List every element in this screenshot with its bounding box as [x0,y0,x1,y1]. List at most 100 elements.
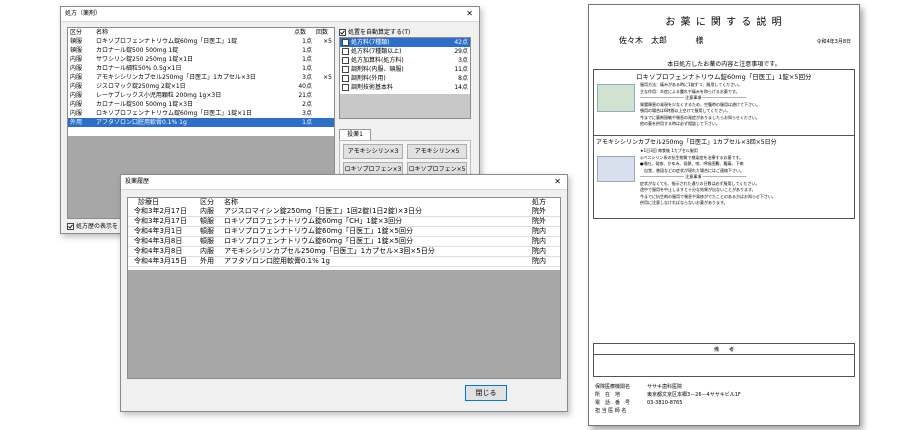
table-cell: ×5 [323,38,332,45]
col-header[interactable]: 回数 [314,28,334,37]
clinic-info-label: 電 話 番 号 [595,400,631,406]
table-cell: 3点 [302,110,312,117]
table-row[interactable]: 内服 カロナール細粒50% 0.5g×1日 1点 [68,64,334,73]
patient-honorific: 様 [695,36,704,45]
drug-1-notes: 服用方法：痛みがある時に1錠ずつ、服用してください。 主な作用：炎症による腫れや痛… [640,82,760,128]
table-cell: 頓服 [198,236,222,247]
col-header[interactable]: 点数 [292,28,314,37]
table-row[interactable]: 頓服 ロキソプロフェンナトリウム錠60mg「日医工」1錠 1点 ×5 [68,37,334,46]
clinic-info-line: 所 在 地 東京都文京区本郷3－26－4ササキビル1F [595,391,741,399]
clinic-info-line: 担 当 医 師 名 [595,407,741,415]
table-cell: ロキソプロフェンナトリウム錠60mg「日医工」1錠×5回分 [222,226,530,237]
close-icon[interactable]: ✕ [554,175,561,189]
fee-option-value: 14点 [454,84,468,91]
table-cell: 1点 [292,118,314,127]
options-empty-area [340,94,470,118]
history-display-checkbox[interactable]: 処方歴の表示を [67,221,118,230]
table-row[interactable]: 令和3年2月17日 頓服 ロキソプロフェンナトリウム錠60mg「CH」1錠×3回分院… [128,216,560,227]
drug-1-name: ロキソプロフェンナトリウム錠60mg「日医工」1錠×5回分 [636,73,812,81]
col-header[interactable]: 名称 [222,198,530,207]
fee-option-label: 処方料(7種類以上) [340,47,442,56]
frequent-tab[interactable]: 投薬1 [339,129,371,140]
table-cell: 1点 [302,65,312,72]
table-cell [314,91,334,100]
checkbox-icon [342,66,349,73]
clinic-info-value: 03-3810-8765 [647,400,683,406]
fee-option-row[interactable]: 調剤料(内服、頓服) 11点 [340,65,470,74]
medicine-leaflet: お 薬 に 関 す る 説 明 佐々木 太郎 様 令和4年3月8日 本日処方した… [588,4,860,426]
table-row[interactable]: 外用 アフタゾロン口腔用軟膏0.1% 1g 1点 [68,118,334,127]
table-row[interactable]: 内服 ロキソプロフェンナトリウム錠60mg「日医工」1錠×1日 3点 [68,109,334,118]
history-list[interactable]: 診療日 区分 名称 処方 令和3年2月17日 内服 アジスロマイシン錠250mg「日… [127,197,561,379]
clinic-info-line: 電 話 番 号 03-3810-8765 [595,399,741,407]
close-button[interactable]: 閉じる [465,385,507,401]
note-line: 途中で服用を中止しますと十分な効果が出ないことがあります。 [640,187,756,192]
clinic-info-label: 保険医療機関名 [595,384,631,390]
col-header[interactable]: 診療日 [128,198,198,207]
table-cell: 内服 [70,110,83,117]
col-header[interactable]: 区分 [68,28,94,37]
table-cell: サワシリン錠250 250mg 1錠×1日 [96,56,194,63]
fee-option-value: 3点 [458,57,468,64]
table-cell: 内服 [70,83,83,90]
prescription-title: 処方（薬剤） [65,10,102,17]
clinic-info: 保険医療機関名 ササキ歯科医院所 在 地 東京都文京区本郷3－26－4ササキビル1F… [595,383,741,415]
table-cell: 内服 [70,92,83,99]
clinic-info-value: ササキ歯科医院 [647,384,683,390]
table-row[interactable]: 令和4年3月15日 外用 アフタゾロン口腔用軟膏0.1% 1g 院内 [128,256,560,267]
fee-options-list[interactable]: 処方料(7種類) 42点 処方料(7種類以上) 29点 処方加算料(処方料) 3点 調剤料(… [339,37,471,119]
table-row[interactable]: 内服 ジスロマック錠250mg 2錠×1日 40点 [68,82,334,91]
table-row[interactable]: 令和4年3月1日 頓服 ロキソプロフェンナトリウム錠60mg「日医工」1錠×5回分院… [128,226,560,237]
leaflet-intro: 本日処方したお薬の内容と注意事項です。 [667,61,781,68]
table-cell: アフタゾロン口腔用軟膏0.1% 1g [94,118,292,127]
drug-table: ロキソプロフェンナトリウム錠60mg「日医工」1錠×5回分 服用方法：痛みがある… [593,69,855,219]
col-header[interactable]: 名称 [94,28,292,37]
fee-option-row[interactable]: 処方加算料(処方料) 3点 [340,56,470,65]
fee-option-row[interactable]: 調剤技術基本料 14点 [340,83,470,92]
fee-option-row[interactable]: 処方料(7種類以上) 29点 [340,47,470,56]
remarks-box: 備 考 [593,343,855,377]
table-cell: 令和4年3月8日 [128,246,198,257]
table-row[interactable]: 令和3年2月17日 内服 アジスロマイシン錠250mg「日医工」1回2錠(1日2錠)… [128,207,560,217]
table-row[interactable]: 内服 サワシリン錠250 250mg 1錠×1日 1点 [68,55,334,64]
table-row[interactable]: 令和4年3月8日 頓服 ロキソプロフェンナトリウム錠60mg「日医工」1錠×5回分院… [128,236,560,247]
table-cell: 令和4年3月8日 [128,236,198,247]
quick-button-amoxicillin-3[interactable]: アモキシシリン×3 [343,144,403,159]
history-header-row: 診療日 区分 名称 処方 [128,198,560,207]
table-cell: 21点 [298,92,312,99]
col-header[interactable]: 処方 [530,198,560,207]
checkbox-icon [342,84,349,91]
close-icon[interactable]: ✕ [466,7,473,21]
table-cell: 内服 [70,65,83,72]
table-cell: ジスロマック錠250mg 2錠×1日 [96,83,186,90]
table-cell [314,82,334,91]
table-cell: 内服 [198,246,222,257]
table-cell: 頓服 [198,226,222,237]
prescription-titlebar: 処方（薬剤） ✕ [61,7,479,22]
table-cell: カロナール細粒50% 0.5g×1日 [96,65,182,72]
checkbox-icon [342,39,349,46]
table-row[interactable]: 令和4年3月8日 内服 アモキシシリンカプセル250mg「日医工」1カプセル×3回×… [128,246,560,257]
fee-option-value: 29点 [454,48,468,55]
table-cell: 内服 [70,56,83,63]
table-cell [314,109,334,118]
auto-calc-checkbox[interactable]: 処置を自動算定する(T) [339,27,410,36]
fee-option-value: 11点 [454,66,468,73]
fee-option-row[interactable]: 調剤料(外用) 8点 [340,74,470,83]
table-cell: 院外 [530,216,560,227]
table-row[interactable]: 頓服 カロナール錠500 500mg 1錠 1点 [68,46,334,55]
fee-option-label: 調剤技術基本料 [340,83,442,92]
table-row[interactable]: 内服 アモキシシリンカプセル250mg「日医工」1カプセル×3日 3点 ×5 [68,73,334,82]
table-row[interactable]: 内服 カロナール錠500 500mg 1錠×3日 2点 [68,100,334,109]
table-cell: ロキソプロフェンナトリウム錠60mg「日医工」1錠 [96,38,238,45]
fee-option-label: 調剤料(外用) [340,74,442,83]
col-header[interactable]: 区分 [198,198,222,207]
table-cell: ロキソプロフェンナトリウム錠60mg「CH」1錠×3回分 [222,216,530,227]
fee-option-label: 処方加算料(処方料) [340,56,442,65]
clinic-info-value: 東京都文京区本郷3－26－4ササキビル1F [647,392,741,398]
fee-option-row[interactable]: 処方料(7種類) 42点 [340,38,470,47]
quick-button-amoxicillin-5[interactable]: アモキシリン×5 [407,144,467,159]
checkbox-icon [342,57,349,64]
table-row[interactable]: 内服 レーケブレックス小児用顆粒 200mg 1g×3日 21点 [68,91,334,100]
table-cell: カロナール錠500 500mg 1錠×3日 [96,101,194,108]
